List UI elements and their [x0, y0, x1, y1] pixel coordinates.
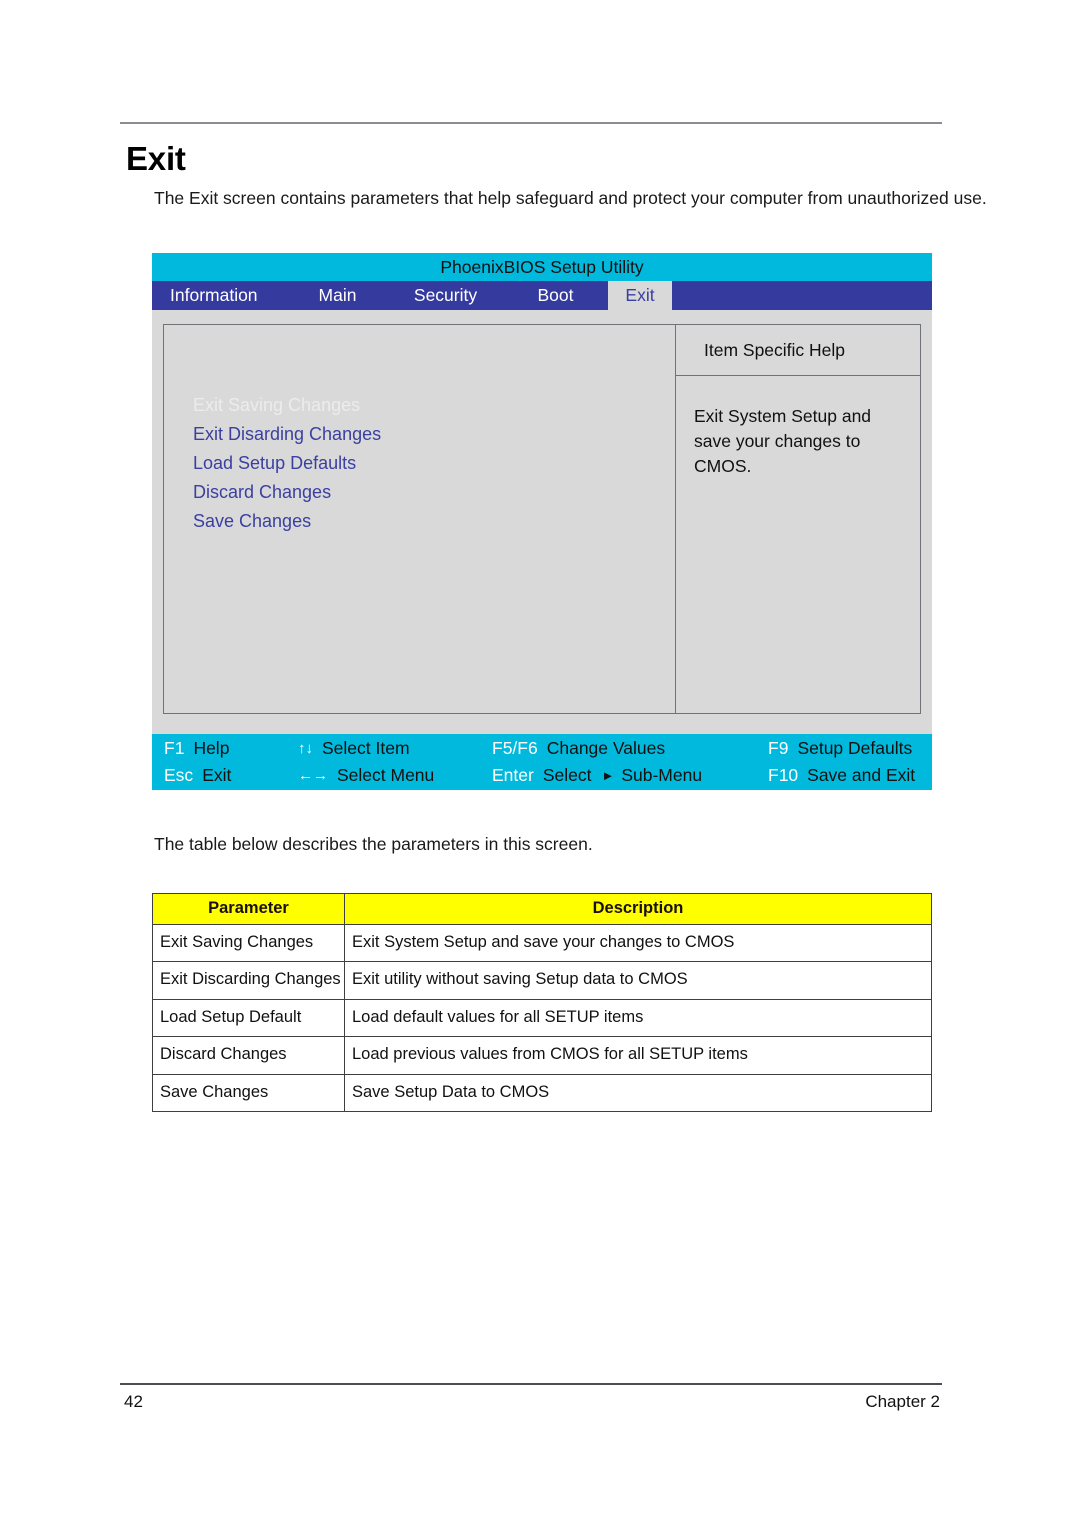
tab-information[interactable]: Information	[152, 281, 287, 310]
tab-security[interactable]: Security	[388, 281, 503, 310]
key-legend-row-1: F1 Help ↑↓ Select Item F5/F6 Change Valu…	[152, 734, 932, 762]
key-name: F5/F6	[492, 737, 538, 758]
key-hint-f1[interactable]: F1 Help	[164, 734, 229, 762]
tab-main-label: Main	[318, 285, 357, 305]
bios-setup-window: PhoenixBIOS Setup Utility Information Ma…	[152, 253, 932, 790]
key-name: Enter	[492, 764, 534, 785]
menu-item-label: Save Changes	[193, 511, 312, 531]
key-desc: Help	[193, 737, 230, 758]
key-desc: Select	[542, 764, 592, 785]
key-legend-row-2: Esc Exit ←→ Select Menu Enter Select ► S…	[152, 761, 932, 789]
page-number: 42	[124, 1392, 143, 1411]
key-desc: Save and Exit	[807, 764, 916, 785]
cell-description: Exit utility without saving Setup data t…	[344, 961, 932, 1000]
tab-boot-label: Boot	[537, 285, 574, 305]
key-hint-f10[interactable]: F10 Save and Exit	[768, 761, 915, 789]
table-header-row: Parameter Description	[152, 893, 932, 925]
key-hint-enter[interactable]: Enter Select ► Sub-Menu	[492, 761, 702, 789]
column-header-description: Description	[344, 893, 932, 925]
intro-paragraph: The Exit screen contains parameters that…	[154, 188, 987, 208]
menu-item-load-setup-defaults[interactable]: Load Setup Defaults	[164, 449, 675, 478]
bios-tab-bar: Information Main Security Boot Exit	[152, 281, 932, 310]
cell-parameter: Save Changes	[152, 1073, 345, 1113]
menu-item-discard-changes[interactable]: Discard Changes	[164, 478, 675, 507]
menu-item-label: Load Setup Defaults	[193, 453, 357, 473]
arrow-up-down-icon: ↑↓	[298, 739, 313, 757]
chapter-label: Chapter 2	[865, 1392, 940, 1411]
parameter-description-table: Parameter Description Exit Saving Change…	[152, 893, 932, 1113]
key-name: F1	[164, 737, 185, 758]
bios-title: PhoenixBIOS Setup Utility	[440, 256, 644, 277]
help-panel-body: Exit System Setup and save your changes …	[694, 406, 872, 476]
bios-key-legend: F1 Help ↑↓ Select Item F5/F6 Change Valu…	[152, 734, 932, 790]
key-submenu-label: Sub-Menu	[621, 764, 703, 785]
page-title: Exit	[126, 140, 186, 177]
key-hint-esc[interactable]: Esc Exit	[164, 761, 231, 789]
menu-item-exit-saving-changes[interactable]: Exit Saving Changes	[164, 391, 675, 420]
key-hint-select-item[interactable]: ↑↓ Select Item	[298, 734, 410, 762]
key-name: F10	[768, 764, 799, 785]
help-panel-title: Item Specific Help	[704, 339, 846, 360]
cell-description: Exit System Setup and save your changes …	[344, 923, 932, 963]
key-desc: Setup Defaults	[797, 737, 913, 758]
cell-description: Load previous values from CMOS for all S…	[344, 1036, 932, 1075]
key-hint-f9[interactable]: F9 Setup Defaults	[768, 734, 912, 762]
triangle-right-icon: ►	[601, 767, 615, 783]
tab-security-label: Security	[413, 285, 478, 305]
bios-menu-panel: Exit Saving Changes Exit Disarding Chang…	[164, 325, 676, 713]
key-hint-f5-f6[interactable]: F5/F6 Change Values	[492, 734, 665, 762]
table-row: Discard Changes Load previous values fro…	[152, 1036, 932, 1075]
cell-parameter: Discard Changes	[152, 1036, 345, 1075]
menu-item-label: Exit Saving Changes	[193, 395, 361, 415]
key-hint-select-menu[interactable]: ←→ Select Menu	[298, 761, 434, 789]
tab-exit[interactable]: Exit	[608, 281, 672, 310]
header-rule	[120, 122, 942, 124]
menu-item-label: Exit Disarding Changes	[193, 424, 382, 444]
cell-description: Save Setup Data to CMOS	[344, 1073, 932, 1113]
table-row: Exit Discarding Changes Exit utility wit…	[152, 961, 932, 1000]
key-desc: Select Menu	[337, 764, 435, 785]
key-desc: Change Values	[546, 737, 666, 758]
tab-exit-label: Exit	[625, 285, 655, 305]
key-desc: Select Item	[322, 737, 410, 758]
arrow-left-right-icon: ←→	[298, 766, 328, 784]
tab-main[interactable]: Main	[287, 281, 388, 310]
table-head: Parameter Description	[152, 893, 932, 925]
table-row: Load Setup Default Load default values f…	[152, 998, 932, 1038]
menu-item-save-changes[interactable]: Save Changes	[164, 507, 675, 536]
bios-titlebar: PhoenixBIOS Setup Utility	[152, 253, 932, 281]
cell-description: Load default values for all SETUP items	[344, 998, 932, 1038]
footer-rule	[120, 1383, 942, 1385]
menu-item-label: Discard Changes	[193, 482, 332, 502]
tab-information-label: Information	[170, 285, 258, 305]
key-name: Esc	[164, 764, 194, 785]
table-row: Save Changes Save Setup Data to CMOS	[152, 1073, 932, 1113]
bios-panels: Exit Saving Changes Exit Disarding Chang…	[163, 324, 921, 714]
table-row: Exit Saving Changes Exit System Setup an…	[152, 923, 932, 963]
key-name: F9	[768, 737, 789, 758]
table-body: Exit Saving Changes Exit System Setup an…	[152, 923, 932, 1113]
help-panel-header: Item Specific Help	[676, 325, 920, 376]
tab-boot[interactable]: Boot	[503, 281, 608, 310]
cell-parameter: Exit Saving Changes	[152, 923, 345, 963]
column-header-parameter: Parameter	[152, 893, 345, 925]
item-specific-help-panel: Item Specific Help Exit System Setup and…	[676, 325, 920, 713]
key-desc: Exit	[202, 764, 232, 785]
menu-item-exit-discarding-changes[interactable]: Exit Disarding Changes	[164, 420, 675, 449]
cell-parameter: Load Setup Default	[152, 998, 345, 1038]
table-intro-paragraph: The table below describes the parameters…	[154, 834, 593, 854]
cell-parameter: Exit Discarding Changes	[152, 961, 345, 1000]
bios-body: Exit Saving Changes Exit Disarding Chang…	[152, 310, 932, 734]
